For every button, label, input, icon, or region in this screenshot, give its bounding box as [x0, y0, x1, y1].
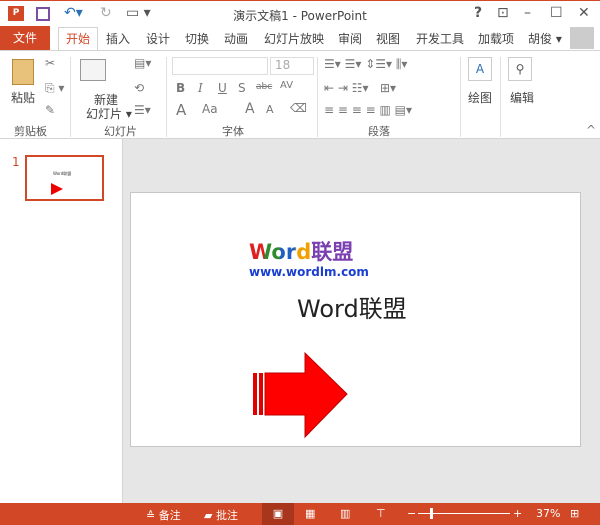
- tab-review[interactable]: 审阅: [338, 30, 362, 47]
- editing-button[interactable]: 编辑: [510, 89, 534, 106]
- reading-view-button[interactable]: ▥: [340, 507, 350, 520]
- fit-to-window-icon[interactable]: ⊞: [570, 507, 579, 520]
- bold-button[interactable]: B: [176, 81, 185, 95]
- group-label-clipboard: 剪贴板: [14, 125, 47, 138]
- new-slide-icon: [80, 59, 106, 81]
- font-size-select[interactable]: 18: [270, 57, 314, 75]
- tab-addins[interactable]: 加载项: [478, 30, 514, 47]
- status-bar: ≙ 备注 ▰ 批注 ▣ ▦ ▥ ⊤ − + 37% ⊞: [0, 503, 600, 525]
- zoom-out-button[interactable]: −: [407, 507, 416, 520]
- slide-canvas[interactable]: Word联盟 www.wordlm.com Word联盟: [130, 192, 581, 447]
- ribbon-display-options-icon[interactable]: ⊡: [497, 5, 509, 21]
- title-bar: P ↶▾ ↻ ▭ ▾ 演示文稿1 - PowerPoint ? ⊡ – ☐ ✕: [0, 0, 600, 26]
- zoom-level[interactable]: 37%: [536, 507, 560, 520]
- shadow-button[interactable]: S: [238, 81, 246, 95]
- notes-label: 备注: [158, 509, 181, 522]
- clear-formatting-icon[interactable]: ⌫: [290, 101, 307, 115]
- maximize-button[interactable]: ☐: [550, 5, 563, 21]
- tab-slideshow[interactable]: 幻灯片放映: [264, 30, 324, 47]
- right-arrow-shape[interactable]: [253, 351, 349, 441]
- logo-word: Word: [249, 240, 312, 264]
- logo-cn: 联盟: [311, 240, 354, 264]
- notes-button[interactable]: ≙ 备注: [146, 507, 181, 523]
- normal-view-button[interactable]: ▣: [262, 503, 294, 525]
- shrink-font-button[interactable]: A: [266, 103, 274, 116]
- avatar[interactable]: [570, 27, 594, 49]
- window-title: 演示文稿1 - PowerPoint: [233, 9, 367, 23]
- tab-developer[interactable]: 开发工具: [416, 30, 464, 47]
- group-label-font: 字体: [222, 125, 244, 138]
- ribbon-tabs: 文件 开始 插入 设计 切换 动画 幻灯片放映 审阅 视图 开发工具 加载项 胡…: [0, 26, 600, 50]
- zoom-in-button[interactable]: +: [513, 507, 522, 520]
- tab-transitions[interactable]: 切换: [185, 30, 209, 47]
- thumbnail-arrow: [51, 183, 63, 195]
- ribbon: 粘贴 ✂ ⎘ ▾ ✎ 剪贴板 新建 幻灯片 ▾ ▤▾ ⟲ ☰▾ 幻灯片 18 B…: [0, 50, 600, 139]
- wordlm-logo: Word联盟: [249, 241, 353, 263]
- change-case-button[interactable]: Aa: [202, 102, 218, 116]
- tab-file[interactable]: 文件: [0, 26, 50, 50]
- tab-home[interactable]: 开始: [58, 27, 98, 50]
- comments-label: 批注: [215, 509, 238, 522]
- comments-button[interactable]: ▰ 批注: [204, 507, 238, 523]
- help-button[interactable]: ?: [474, 5, 482, 21]
- strikethrough-button[interactable]: abc: [256, 82, 272, 92]
- format-painter-icon[interactable]: ✎: [45, 103, 55, 117]
- font-color-button[interactable]: A: [176, 101, 186, 119]
- bullets-icon[interactable]: ☰▾ ☰▾ ⇕☰▾ ⫼▾: [324, 57, 407, 72]
- find-binoculars-icon[interactable]: ⚲: [508, 57, 532, 81]
- new-slide-dropdown[interactable]: 幻灯片 ▾: [86, 105, 132, 122]
- paste-button[interactable]: 粘贴: [11, 89, 35, 106]
- minimize-button[interactable]: –: [524, 5, 531, 21]
- reset-icon[interactable]: ⟲: [134, 81, 144, 95]
- group-label-slides: 幻灯片: [104, 125, 137, 138]
- copy-icon[interactable]: ⎘ ▾: [45, 81, 64, 96]
- tab-view[interactable]: 视图: [376, 30, 400, 47]
- cut-icon[interactable]: ✂: [45, 56, 55, 70]
- group-label-paragraph: 段落: [368, 125, 390, 138]
- underline-button[interactable]: U: [218, 81, 227, 95]
- drawing-button[interactable]: 绘图: [468, 89, 492, 106]
- grow-font-button[interactable]: A: [245, 101, 255, 117]
- thumbnail-text: Word联盟: [53, 171, 72, 176]
- logo-url: www.wordlm.com: [249, 265, 369, 279]
- slide-thumbnail-1[interactable]: Word联盟: [25, 155, 104, 201]
- close-button[interactable]: ✕: [578, 5, 590, 21]
- slideshow-button[interactable]: ⊤: [376, 507, 386, 520]
- collapse-ribbon-icon[interactable]: ^: [586, 123, 596, 137]
- thumbnail-number: 1: [12, 155, 20, 169]
- italic-button[interactable]: I: [198, 81, 203, 95]
- layout-icon[interactable]: ▤▾: [134, 56, 151, 70]
- tab-animations[interactable]: 动画: [224, 30, 248, 47]
- indent-icons[interactable]: ⇤ ⇥ ☷▾ ⊞▾: [324, 81, 396, 95]
- font-name-select[interactable]: [172, 57, 268, 75]
- slide-title-textbox[interactable]: Word联盟: [297, 289, 407, 324]
- zoom-slider-thumb[interactable]: [430, 508, 433, 519]
- tab-insert[interactable]: 插入: [106, 30, 130, 47]
- zoom-slider[interactable]: [418, 508, 510, 519]
- tab-design[interactable]: 设计: [146, 30, 170, 47]
- char-spacing-button[interactable]: AV: [280, 80, 293, 91]
- alignment-icons[interactable]: ≡ ≡ ≡ ≡ ▥ ▤▾: [324, 103, 412, 117]
- paste-icon: [12, 59, 34, 85]
- slide-sorter-button[interactable]: ▦: [305, 507, 315, 520]
- user-account[interactable]: 胡俊 ▾: [528, 30, 562, 47]
- section-icon[interactable]: ☰▾: [134, 103, 151, 117]
- drawing-icon[interactable]: A: [468, 57, 492, 81]
